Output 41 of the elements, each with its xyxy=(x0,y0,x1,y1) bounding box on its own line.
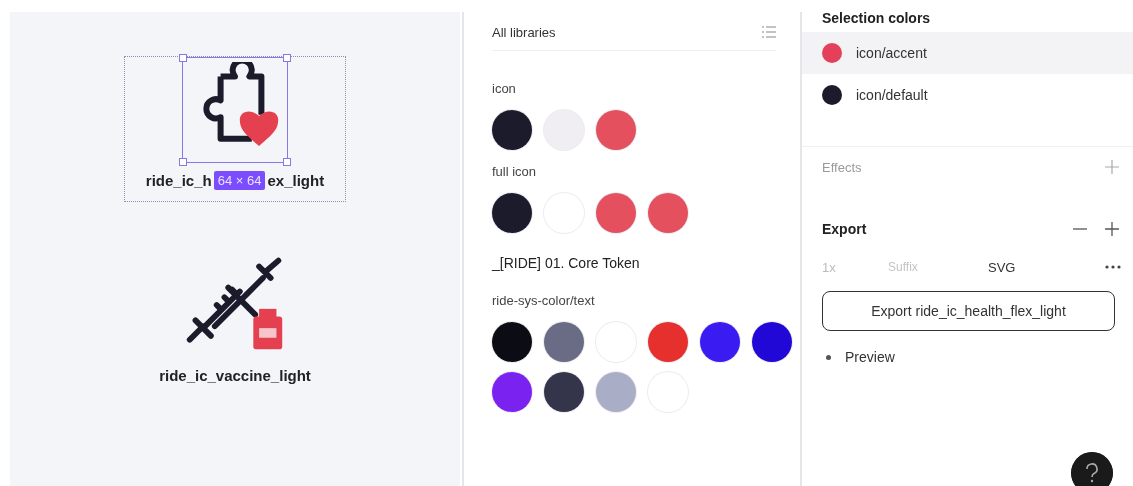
color-swatch[interactable] xyxy=(544,372,584,412)
size-badge: 64 × 64 xyxy=(213,170,266,190)
selection-color-row[interactable]: icon/accent xyxy=(802,32,1133,74)
color-swatch[interactable] xyxy=(492,110,532,150)
style-group-label: full icon xyxy=(492,164,538,179)
preview-toggle[interactable]: Preview xyxy=(845,349,895,365)
library-name: _[RIDE] 01. Core Token xyxy=(492,255,641,271)
libraries-dropdown[interactable]: All libraries xyxy=(492,24,556,40)
color-swatch[interactable] xyxy=(596,372,636,412)
resize-handle[interactable] xyxy=(179,54,187,62)
color-swatch[interactable] xyxy=(752,322,792,362)
frame-name: ride_ic_h xyxy=(145,171,212,189)
selection-color-row[interactable]: icon/default xyxy=(802,74,1133,116)
color-swatch[interactable] xyxy=(648,193,688,233)
frame-name: ride_ic_vaccine_light xyxy=(159,366,311,384)
color-swatch[interactable] xyxy=(596,193,636,233)
help-icon[interactable] xyxy=(1071,452,1113,486)
resize-handle[interactable] xyxy=(283,54,291,62)
section-title: Effects xyxy=(822,159,862,175)
icon-frame[interactable]: ride_ic_h 64 × 64 ex_light xyxy=(124,56,346,202)
style-group-label: icon xyxy=(492,81,517,96)
color-swatch[interactable] xyxy=(492,193,532,233)
color-swatch[interactable] xyxy=(700,322,740,362)
section-title: Export xyxy=(822,221,867,237)
format-dropdown[interactable]: SVG xyxy=(988,259,1105,275)
section-title: Selection colors xyxy=(821,12,932,28)
color-swatch[interactable] xyxy=(596,110,636,150)
style-group-label: ride-sys-color/text xyxy=(492,293,596,308)
resize-handle[interactable] xyxy=(179,158,187,166)
color-swatch[interactable] xyxy=(648,322,688,362)
resize-handle[interactable] xyxy=(283,158,291,166)
suffix-field[interactable]: Suffix xyxy=(888,260,988,274)
color-swatch[interactable] xyxy=(492,372,532,412)
frame-name: ex_light xyxy=(267,171,325,189)
add-icon[interactable] xyxy=(1105,222,1119,236)
color-swatch[interactable] xyxy=(544,322,584,362)
icon-frame[interactable]: ride_ic_vaccine_light xyxy=(124,252,346,396)
bullet-icon xyxy=(826,354,831,360)
color-swatch[interactable] xyxy=(492,322,532,362)
export-button[interactable]: Export ride_ic_health_flex_light xyxy=(822,291,1115,331)
more-icon[interactable] xyxy=(1105,265,1121,269)
